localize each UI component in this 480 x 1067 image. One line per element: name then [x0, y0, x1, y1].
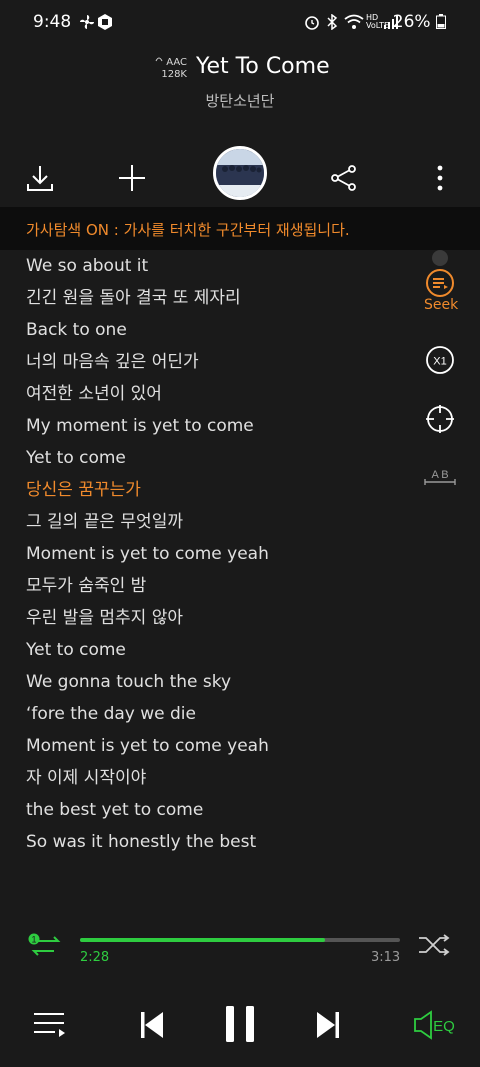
lyric-line[interactable]: 너의 마음속 깊은 어딘가	[26, 350, 199, 374]
lyric-line[interactable]: My moment is yet to come	[26, 414, 254, 438]
download-icon[interactable]	[26, 164, 54, 196]
lyric-line[interactable]: Moment is yet to come yeah	[26, 734, 269, 758]
status-time: 9:48	[33, 12, 72, 32]
lyric-line[interactable]: 여전한 소년이 있어	[26, 382, 162, 406]
lyrics-seek-notice: 가사탐색 ON : 가사를 터치한 구간부터 재생됩니다.	[26, 221, 350, 239]
battery-icon	[436, 14, 446, 29]
lyric-line[interactable]: So was it honestly the best	[26, 830, 256, 854]
current-time: 2:28	[80, 950, 110, 965]
lyrics-list[interactable]: We so about it 긴긴 원을 돌아 결국 또 제자리 Back to o…	[26, 250, 406, 870]
pause-icon[interactable]	[224, 1005, 256, 1047]
lyric-line[interactable]: ‘fore the day we die	[26, 702, 196, 726]
wifi-icon	[344, 14, 364, 35]
lyric-line[interactable]: 우린 발을 멈추지 않아	[26, 606, 183, 630]
lyric-line[interactable]: Yet to come	[26, 446, 126, 470]
svg-text:EQ: EQ	[433, 1018, 455, 1035]
bluetooth-icon	[326, 13, 338, 35]
lyric-line[interactable]: We so about it	[26, 254, 148, 278]
lyric-line[interactable]: 자 이제 시작이야	[26, 766, 146, 790]
svg-text:1: 1	[31, 935, 36, 945]
total-time: 3:13	[371, 950, 401, 965]
previous-track-icon[interactable]	[140, 1011, 164, 1043]
shuffle-icon[interactable]	[418, 934, 450, 960]
locate-current-lyric-icon[interactable]	[425, 404, 455, 438]
quality-wave-icon	[155, 57, 163, 62]
svg-text:A B: A B	[431, 469, 448, 481]
share-icon[interactable]	[330, 165, 358, 195]
add-to-playlist-icon[interactable]	[118, 164, 146, 196]
lyric-line[interactable]: Yet to come	[26, 638, 126, 662]
ab-repeat-button[interactable]: A B	[424, 467, 456, 493]
song-title: Yet To Come	[196, 54, 330, 79]
playback-speed-button[interactable]: X1	[425, 345, 455, 379]
battery-level: 26%	[393, 12, 446, 32]
lyric-line[interactable]: Back to one	[26, 318, 127, 342]
seek-label: Seek	[424, 297, 459, 313]
lyric-line[interactable]: Moment is yet to come yeah	[26, 542, 269, 566]
equalizer-button[interactable]: EQ	[414, 1010, 458, 1044]
lyric-line[interactable]: 모두가 숨죽인 밤	[26, 574, 146, 598]
artist-name[interactable]: 방탄소년단	[0, 90, 480, 111]
lyric-line[interactable]: 그 길의 끝은 무엇일까	[26, 510, 183, 534]
lyric-line[interactable]: 긴긴 원을 돌아 결국 또 제자리	[26, 286, 241, 310]
app-notification-icon	[97, 14, 113, 35]
status-bar: 9:48 HD VoLTE 26%	[0, 0, 480, 44]
more-options-icon[interactable]	[436, 165, 444, 195]
lyric-line[interactable]: the best yet to come	[26, 798, 203, 822]
lyric-line[interactable]: We gonna touch the sky	[26, 670, 231, 694]
svg-text:X1: X1	[433, 356, 446, 368]
next-track-icon[interactable]	[316, 1011, 340, 1043]
playlist-icon[interactable]	[33, 1010, 65, 1044]
progress-fill	[80, 938, 326, 942]
lyric-line[interactable]: 당신은 꿈꾸는가	[26, 478, 141, 502]
album-art[interactable]	[213, 146, 267, 200]
seek-toggle-knob[interactable]	[432, 250, 448, 270]
alarm-icon	[304, 14, 320, 35]
fan-icon	[79, 14, 95, 35]
repeat-one-icon[interactable]: 1	[26, 933, 64, 961]
audio-quality-badge: AAC 128K	[155, 57, 187, 81]
